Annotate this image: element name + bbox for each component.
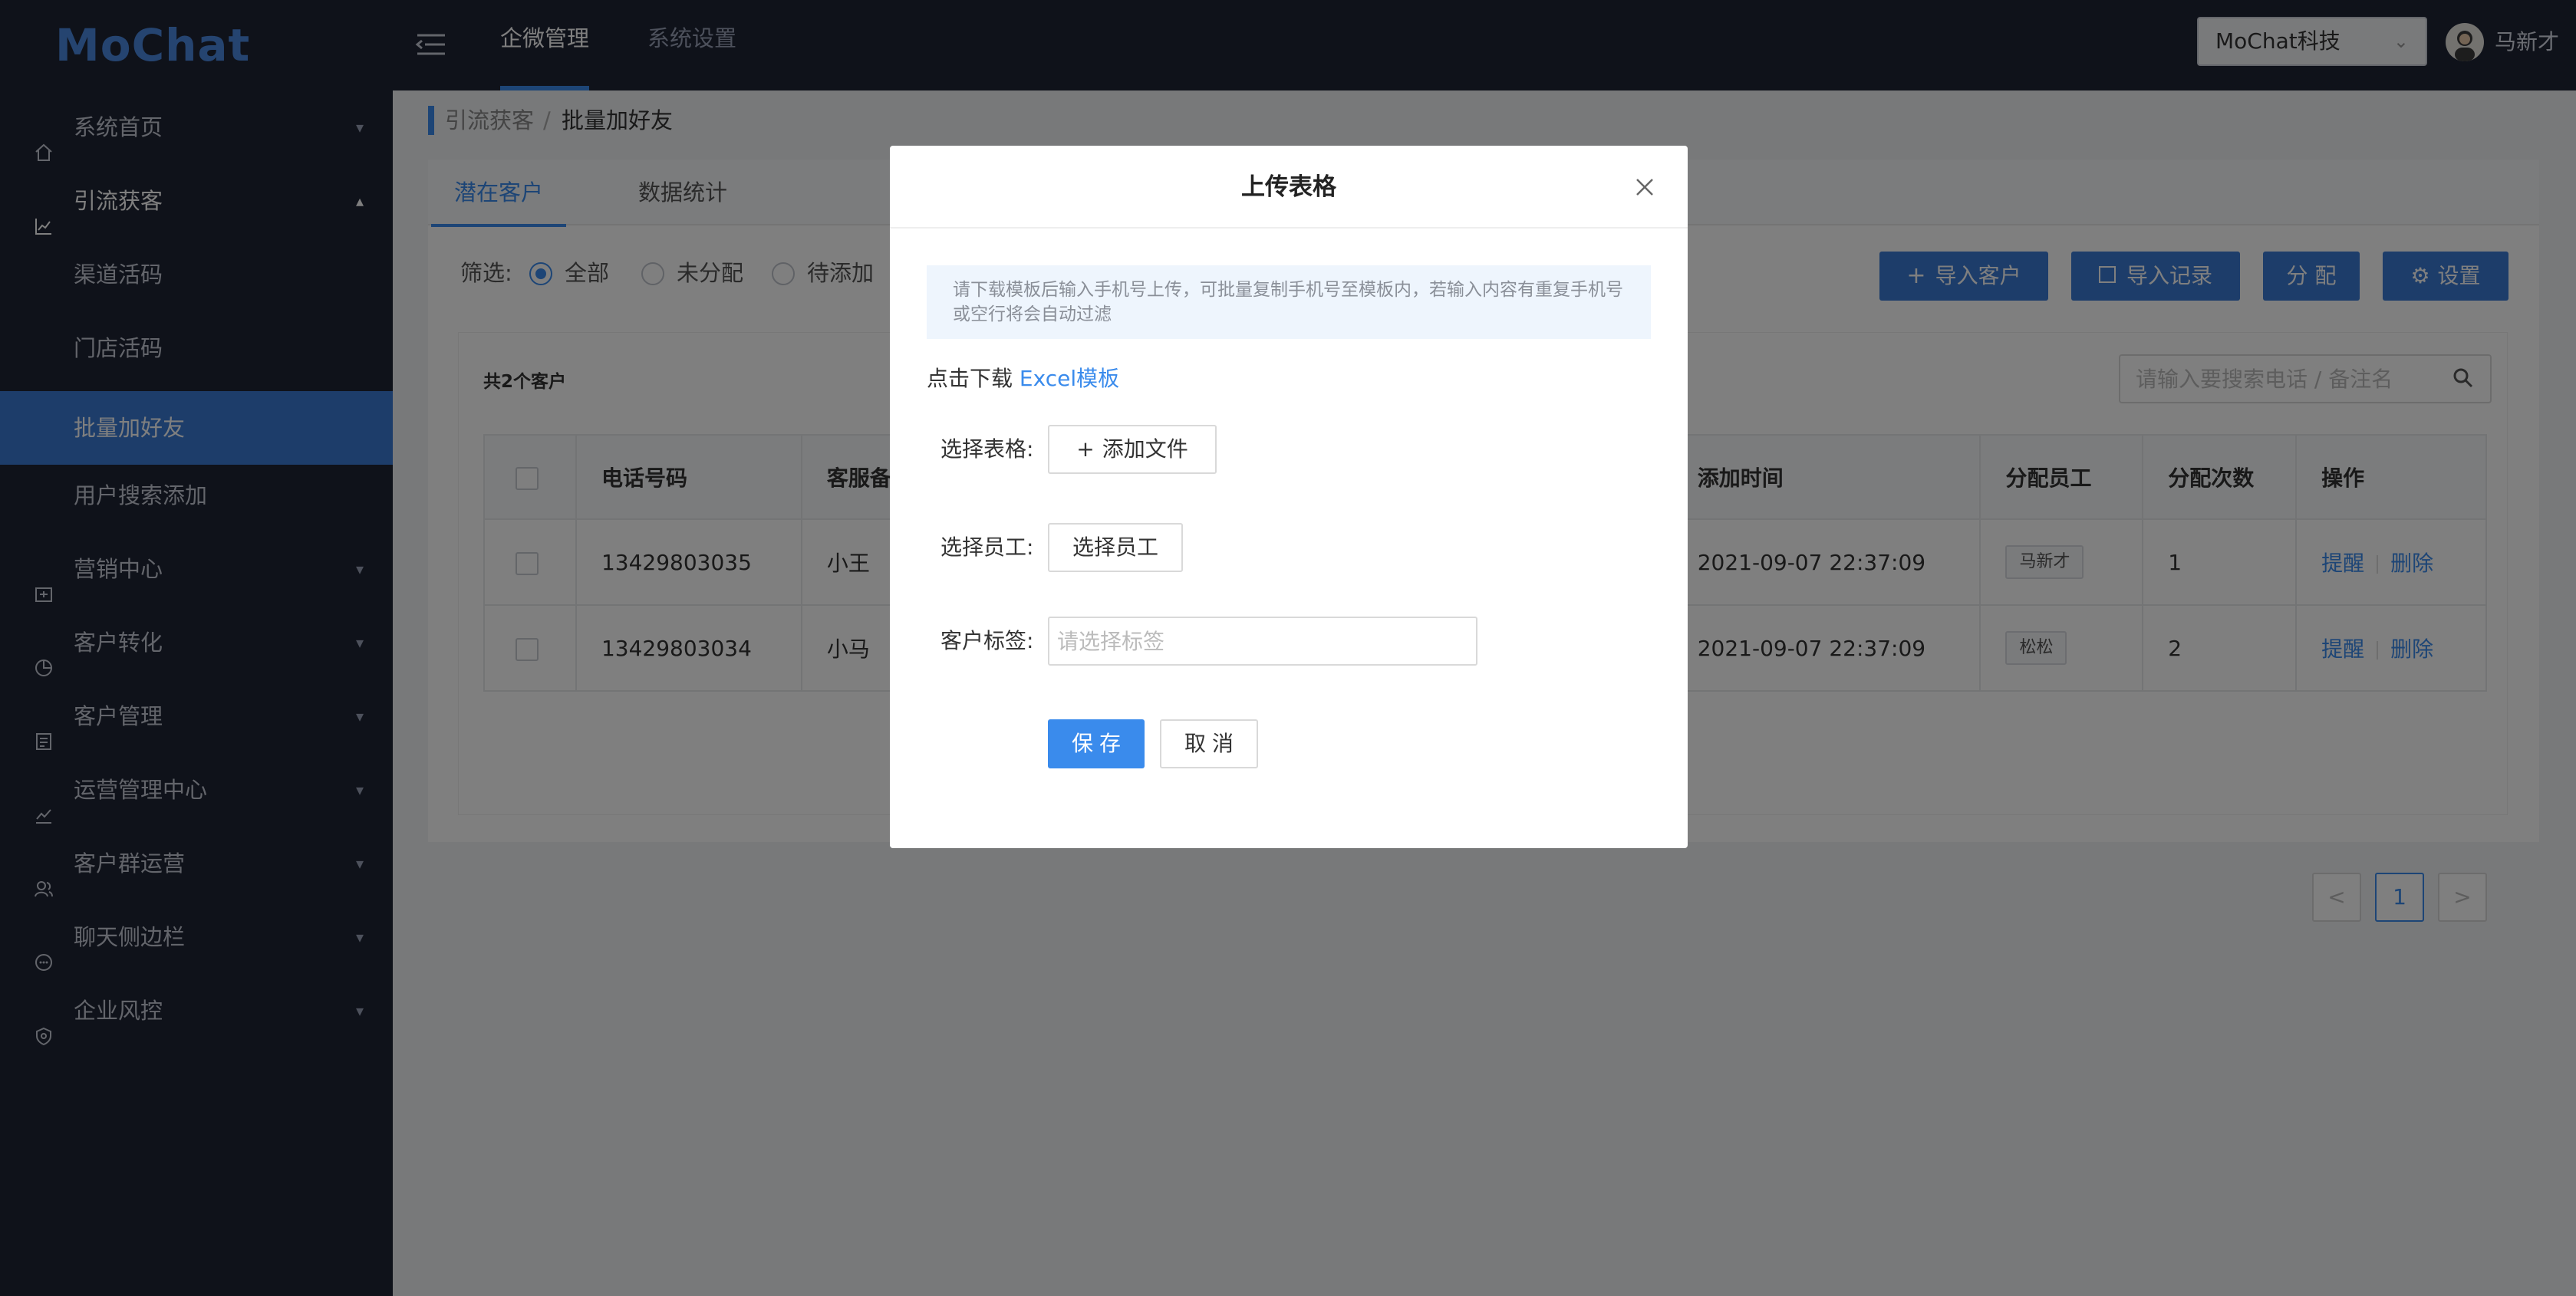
- tag-select[interactable]: [1048, 617, 1477, 666]
- download-prefix: 点击下载: [927, 366, 1013, 391]
- file-label: 选择表格:: [940, 436, 1034, 462]
- dialog-title: 上传表格: [1241, 173, 1336, 201]
- tag-label: 客户标签:: [940, 628, 1034, 653]
- plus-icon: +: [1076, 436, 1095, 462]
- upload-dialog: 上传表格 请下载模板后输入手机号上传，可批量复制手机号至模板内，若输入内容有重复…: [890, 146, 1688, 848]
- cancel-button[interactable]: 取消: [1160, 719, 1258, 768]
- upload-notice: 请下载模板后输入手机号上传，可批量复制手机号至模板内，若输入内容有重复手机号或空…: [927, 265, 1651, 339]
- excel-template-link[interactable]: Excel模板: [1020, 366, 1119, 391]
- download-template-line: 点击下载 Excel模板: [927, 363, 1119, 394]
- select-staff-button[interactable]: 选择员工: [1048, 523, 1183, 572]
- dialog-header: 上传表格: [890, 146, 1688, 229]
- tag-select-input[interactable]: [1057, 627, 1456, 655]
- close-icon[interactable]: [1631, 173, 1659, 201]
- add-file-button[interactable]: + 添加文件: [1048, 425, 1217, 474]
- staff-label: 选择员工:: [940, 535, 1034, 560]
- save-button[interactable]: 保存: [1048, 719, 1145, 768]
- add-file-label: 添加文件: [1102, 436, 1188, 462]
